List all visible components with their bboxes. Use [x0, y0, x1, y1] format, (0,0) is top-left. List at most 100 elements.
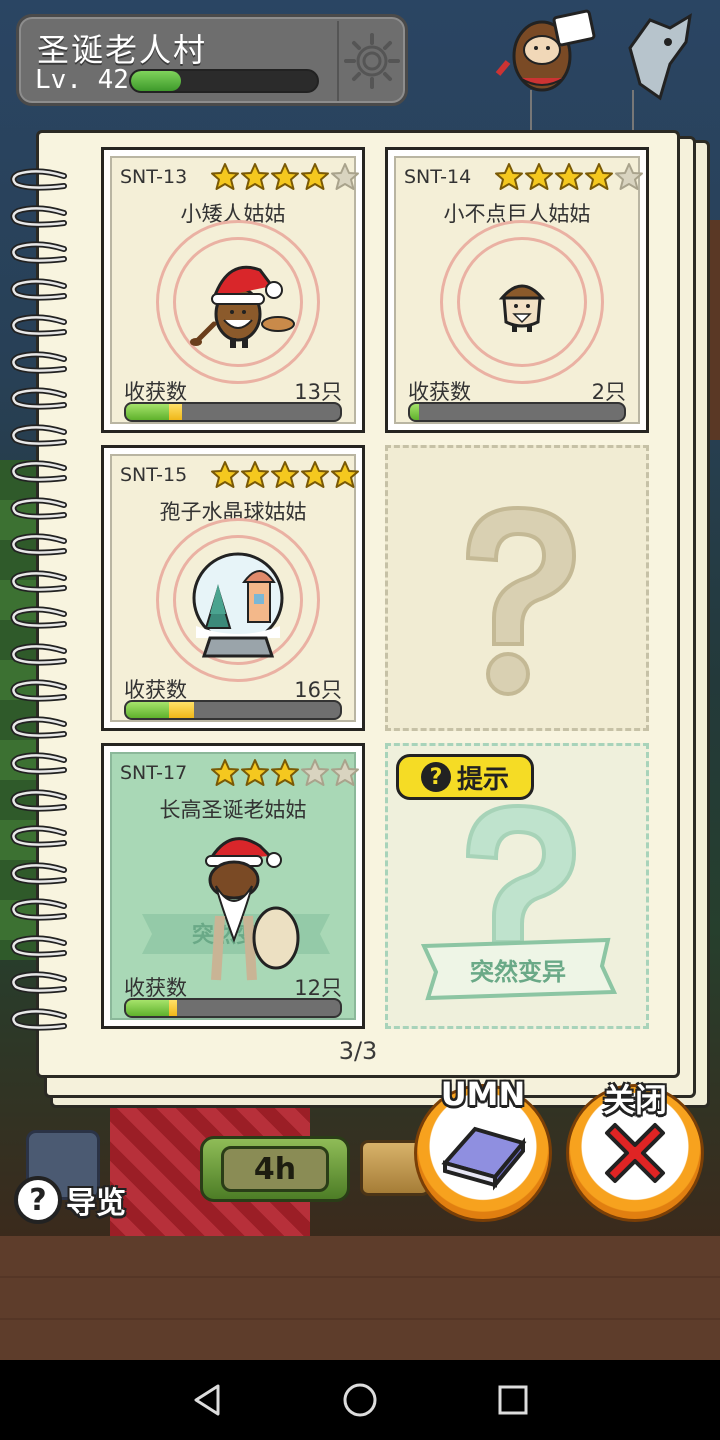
star-filled-icon — [271, 759, 299, 786]
guide-button[interactable]: ? 导览 — [14, 1172, 142, 1228]
card-id: SNT-13 — [120, 166, 188, 188]
tiny-giant-mushroom-icon — [498, 284, 546, 332]
star-empty-icon — [615, 163, 643, 190]
star-filled-icon — [301, 461, 329, 488]
xp-bar — [129, 69, 319, 93]
tall-santa-mushroom-icon — [205, 837, 300, 981]
star-empty-icon — [301, 759, 329, 786]
spiral-ring — [10, 825, 67, 848]
top-characters[interactable] — [490, 8, 710, 118]
spiral-ring — [10, 533, 67, 556]
card-inner: 突然变异 SNT-17 长高圣诞老姑姑 收获数 12只 — [110, 752, 359, 1020]
card-id: SNT-14 — [404, 166, 472, 188]
star-filled-icon — [331, 461, 359, 488]
wooden-floor — [0, 1236, 720, 1360]
progress-yellow-fill — [168, 404, 182, 420]
spiral-ring — [10, 387, 67, 410]
card-inner: SNT-15 孢子水晶球姑姑 收获数 16只 — [110, 454, 359, 722]
timer-text: 4h — [221, 1146, 329, 1192]
progress-green-fill — [126, 702, 169, 718]
spiral-ring — [10, 934, 67, 958]
ribbon-text: 突然变异 — [470, 958, 566, 986]
spiral-ring — [10, 168, 67, 191]
spiral-ring — [10, 460, 67, 483]
spiral-ring — [10, 861, 67, 885]
system-nav-bar — [0, 1360, 720, 1440]
card-inner: SNT-13 小矮人姑姑 收获数 13只 — [110, 156, 359, 424]
card-id: SNT-17 — [120, 762, 188, 784]
hanging-string — [632, 90, 634, 130]
home-button[interactable] — [330, 1370, 390, 1430]
spiral-ring — [10, 715, 67, 739]
progress-yellow-fill — [168, 702, 195, 718]
back-button[interactable] — [177, 1370, 237, 1430]
back-icon — [194, 1384, 220, 1416]
question-icon — [465, 505, 577, 696]
guide-label: 导览 — [66, 1186, 126, 1221]
spiral-ring — [10, 496, 67, 520]
star-filled-icon — [211, 163, 239, 190]
star-filled-icon — [301, 163, 329, 190]
character-mushroom-icon — [495, 9, 692, 101]
santa-gnome-mushroom-icon — [190, 265, 295, 348]
close-label: 关闭 — [602, 1081, 667, 1119]
hint-mushroom-slot[interactable]: 突然变异 ? 提示 — [385, 743, 649, 1029]
close-button[interactable]: 关闭 — [566, 1081, 704, 1222]
notebook-spiral — [8, 168, 78, 1058]
spiral-ring — [10, 898, 67, 921]
question-icon: ? — [420, 762, 451, 792]
spiral-ring — [10, 314, 67, 337]
spiral-ring — [10, 350, 67, 374]
star-filled-icon — [241, 163, 269, 190]
mushroom-card-snt-13[interactable]: SNT-13 小矮人姑姑 收获数 13只 — [101, 147, 365, 433]
star-filled-icon — [555, 163, 583, 190]
mushroom-card-snt-14[interactable]: SNT-14 小不点巨人姑姑 收获数 2只 — [385, 147, 649, 433]
spiral-ring — [10, 642, 67, 666]
snow-globe-mushroom-icon — [192, 552, 284, 658]
spiral-ring — [10, 241, 67, 264]
hint-label: 提示 — [456, 764, 509, 795]
card-inner: SNT-14 小不点巨人姑姑 收获数 2只 — [394, 156, 643, 424]
spiral-ring — [10, 423, 67, 447]
progress-yellow-fill — [168, 1000, 178, 1016]
umn-label: UMN — [440, 1075, 526, 1113]
spiral-ring — [10, 204, 67, 228]
spiral-ring — [10, 277, 67, 301]
spiral-ring — [10, 1007, 67, 1031]
mushroom-card-snt-17[interactable]: 突然变异 SNT-17 长高圣诞老姑姑 收获数 12只 — [101, 743, 365, 1029]
village-level: Lv. 42 — [35, 65, 129, 95]
card-id: SNT-15 — [120, 464, 188, 486]
hanging-string — [530, 90, 532, 130]
spiral-ring — [10, 752, 67, 775]
star-empty-icon — [331, 163, 359, 190]
home-icon — [343, 1383, 377, 1417]
spiral-ring — [10, 606, 67, 629]
unknown-mushroom-slot[interactable] — [385, 445, 649, 731]
timer-display: 4h — [200, 1136, 350, 1202]
star-filled-icon — [211, 461, 239, 488]
page-indicator: 3/3 — [338, 1037, 378, 1065]
progress-green-fill — [126, 404, 169, 420]
harvest-progress-bar — [408, 402, 626, 422]
mushroom-card-snt-15[interactable]: SNT-15 孢子水晶球姑姑 收获数 16只 — [101, 445, 365, 731]
settings-button[interactable] — [337, 21, 405, 101]
rarity-stars — [494, 162, 644, 192]
spiral-ring — [10, 971, 67, 994]
book-icon — [441, 1126, 527, 1191]
spiral-ring — [10, 679, 67, 702]
spiral-ring — [10, 788, 67, 812]
harvest-progress-bar — [124, 402, 342, 422]
star-empty-icon — [331, 759, 359, 786]
settings-gear-icon — [344, 33, 400, 89]
question-icon: ? — [14, 1176, 62, 1224]
village-panel[interactable]: 圣诞老人村 Lv. 42 — [16, 14, 408, 106]
umn-button[interactable]: UMN — [414, 1075, 552, 1222]
star-filled-icon — [241, 461, 269, 488]
star-filled-icon — [211, 759, 239, 786]
xp-bar-fill — [131, 71, 182, 91]
notebook: SNT-13 小矮人姑姑 收获数 13只 SNT-14 小不点巨人姑姑 收获数 … — [36, 130, 680, 1078]
recents-icon — [498, 1385, 528, 1415]
recents-button[interactable] — [483, 1370, 543, 1430]
star-filled-icon — [585, 163, 613, 190]
hint-button[interactable]: ? 提示 — [396, 754, 534, 800]
